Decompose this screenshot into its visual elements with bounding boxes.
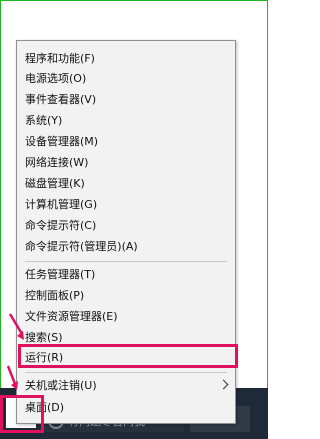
menu-item-label: 事件查看器(V) [25, 93, 97, 106]
menu-item-event-viewer[interactable]: 事件查看器(V) [17, 90, 235, 110]
menu-item-label: 程序和功能(F) [25, 52, 95, 65]
menu-separator [25, 261, 227, 262]
pointer-arrow-icon [6, 365, 18, 390]
menu-item-network-connections[interactable]: 网络连接(W) [17, 153, 235, 173]
menu-item-label: 设备管理器(M) [25, 135, 99, 148]
menu-item-label: 关机或注销(U) [25, 379, 97, 392]
chevron-right-icon [218, 379, 229, 390]
menu-separator [25, 372, 227, 373]
menu-item-label: 计算机管理(G) [25, 198, 98, 211]
menu-item-label: 命令提示符(C) [25, 219, 97, 232]
menu-item-command-prompt[interactable]: 命令提示符(C) [17, 216, 235, 236]
pointer-arrow-icon [8, 313, 24, 340]
menu-item-label: 文件资源管理器(E) [25, 310, 118, 323]
menu-item-shutdown-signout[interactable]: 关机或注销(U) [17, 376, 235, 396]
menu-item-control-panel[interactable]: 控制面板(P) [17, 286, 235, 306]
menu-item-label: 系统(Y) [25, 114, 63, 127]
menu-item-label: 任务管理器(T) [25, 268, 96, 281]
menu-item-label: 命令提示符(管理员)(A) [25, 240, 138, 253]
menu-item-power-options[interactable]: 电源选项(O) [17, 69, 235, 89]
run-highlight-box [18, 344, 238, 368]
menu-item-file-explorer[interactable]: 文件资源管理器(E) [17, 307, 235, 327]
start-highlight-box [0, 395, 44, 433]
menu-item-computer-management[interactable]: 计算机管理(G) [17, 195, 235, 215]
menu-item-command-prompt-admin[interactable]: 命令提示符(管理员)(A) [17, 237, 235, 257]
menu-item-programs-features[interactable]: 程序和功能(F) [17, 49, 235, 69]
menu-item-device-manager[interactable]: 设备管理器(M) [17, 132, 235, 152]
menu-item-task-manager[interactable]: 任务管理器(T) [17, 265, 235, 285]
menu-item-label: 控制面板(P) [25, 289, 85, 302]
menu-item-disk-management[interactable]: 磁盘管理(K) [17, 174, 235, 194]
menu-item-desktop[interactable]: 桌面(D) [17, 398, 235, 418]
menu-item-label: 网络连接(W) [25, 156, 89, 169]
menu-item-label: 电源选项(O) [25, 72, 87, 85]
menu-item-system[interactable]: 系统(Y) [17, 111, 235, 131]
menu-item-label: 磁盘管理(K) [25, 177, 85, 190]
